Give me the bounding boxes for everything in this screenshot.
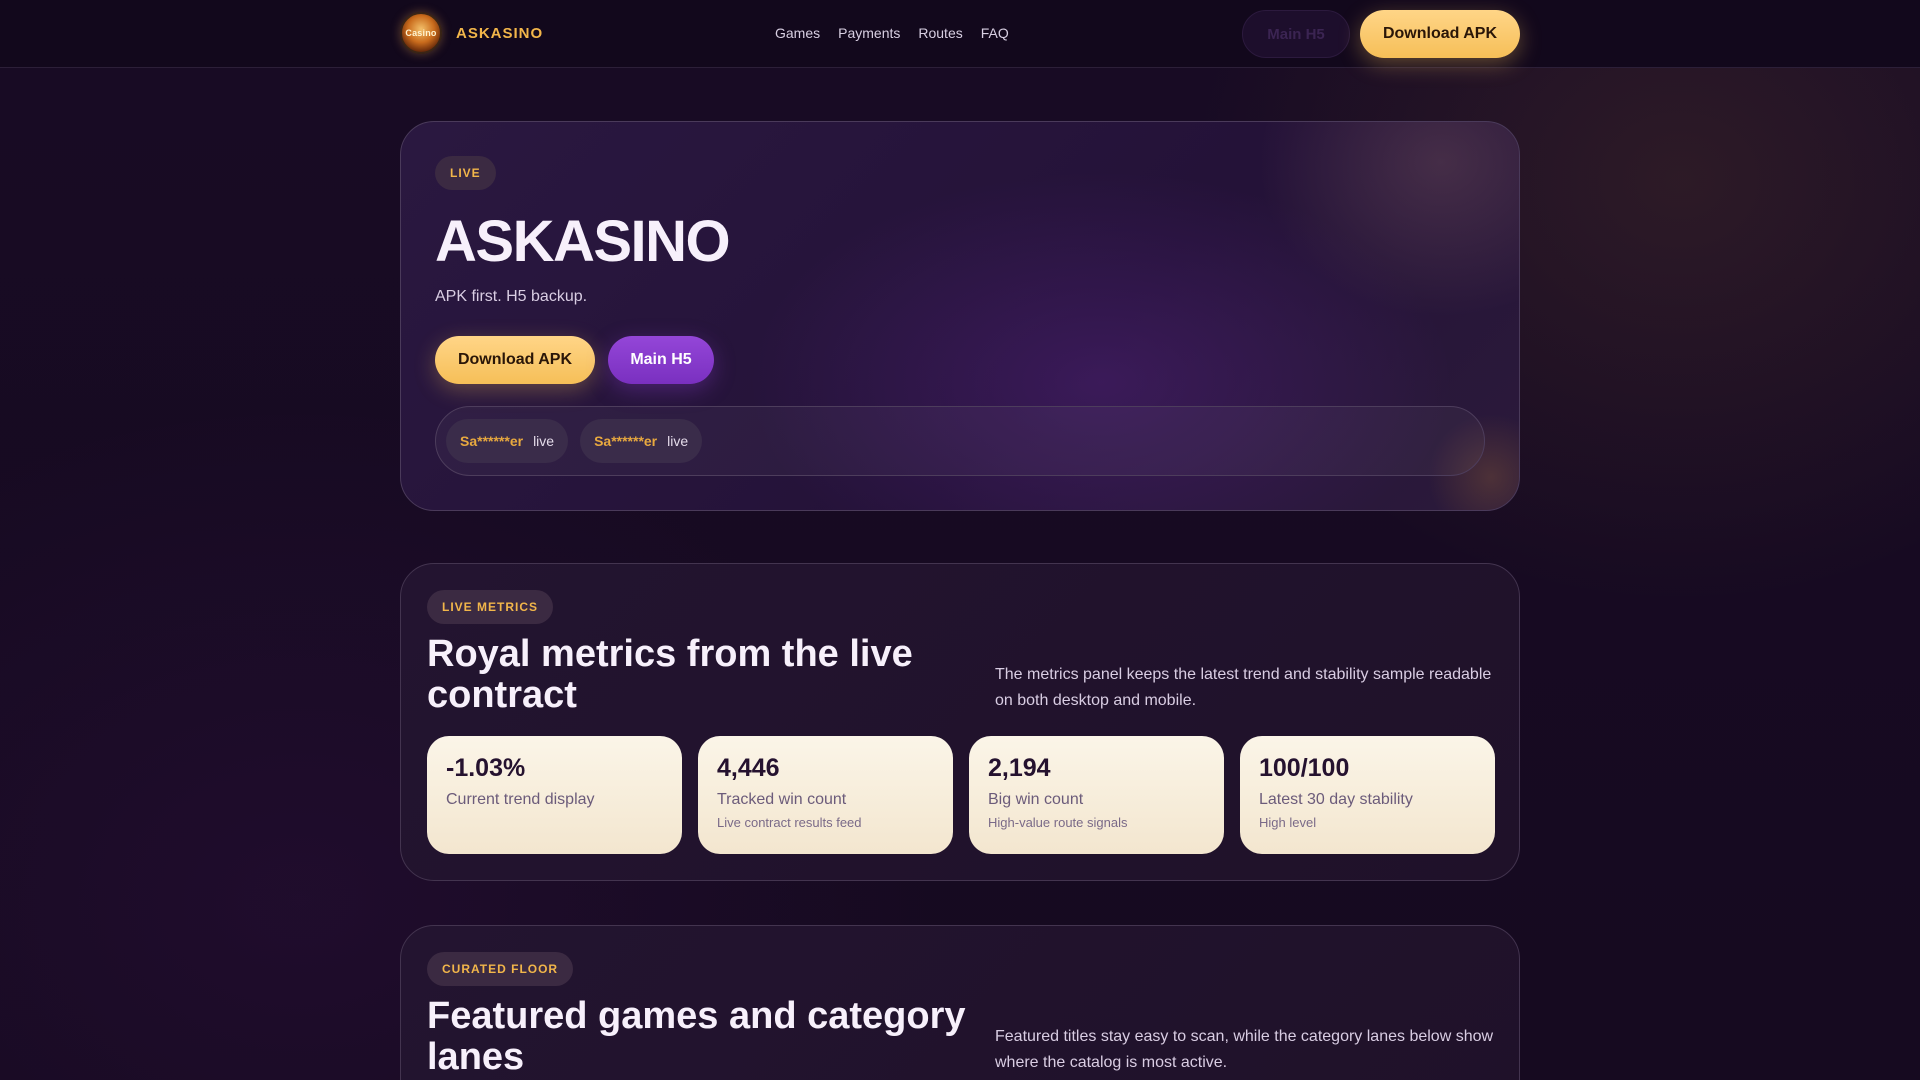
ticker-chip: Sa******er live — [446, 419, 569, 463]
metric-note: High-value route signals — [988, 815, 1128, 830]
hero-title: ASKASINO — [435, 209, 731, 274]
hero-main-h5-button[interactable]: Main H5 — [608, 336, 714, 384]
download-apk-button[interactable]: Download APK — [1360, 10, 1520, 58]
metric-value: 4,446 — [717, 754, 780, 782]
metric-note: High level — [1259, 815, 1317, 830]
hero-panel: LIVE ASKASINO APK first. H5 backup. Down… — [400, 121, 1520, 511]
metric-cards: -1.03% Current trend display 4,446 Track… — [427, 736, 1495, 854]
ticker-user: Sa******er — [594, 433, 658, 449]
ticker-status: live — [667, 433, 689, 449]
section-badge: CURATED FLOOR — [427, 952, 574, 986]
nav-link-games[interactable]: Games — [775, 25, 820, 41]
hero-subtitle: APK first. H5 backup. — [435, 288, 588, 305]
metric-card-stability: 100/100 Latest 30 day stability High lev… — [1240, 736, 1495, 854]
ticker-status: live — [533, 433, 555, 449]
section-description: The metrics panel keeps the latest trend… — [995, 666, 1492, 709]
live-ticker: Sa******er live Sa******er live — [435, 406, 1485, 476]
nav-link-faq[interactable]: FAQ — [981, 25, 1009, 41]
section-title: Royal metrics from the live contract — [427, 633, 913, 716]
curated-floor-section: CURATED FLOOR Featured games and categor… — [400, 925, 1520, 1080]
brand[interactable]: Casino ASKASINO — [400, 12, 543, 54]
metric-value: 2,194 — [988, 754, 1051, 782]
metric-card-win-count: 4,446 Tracked win count Live contract re… — [698, 736, 953, 854]
top-navbar: Casino ASKASINO Games Payments Routes FA… — [0, 0, 1920, 68]
metric-label: Big win count — [988, 791, 1084, 808]
main-h5-button[interactable]: Main H5 — [1242, 10, 1350, 58]
main-nav: Games Payments Routes FAQ — [775, 25, 1009, 41]
section-title: Featured games and category lanes — [427, 995, 966, 1078]
nav-link-routes[interactable]: Routes — [918, 25, 962, 41]
ticker-user: Sa******er — [460, 433, 524, 449]
casino-logo-icon: Casino — [400, 12, 442, 54]
metric-value: -1.03% — [446, 754, 526, 782]
nav-link-payments[interactable]: Payments — [838, 25, 900, 41]
hero-download-apk-button[interactable]: Download APK — [435, 336, 595, 384]
live-badge: LIVE — [435, 156, 496, 190]
metric-value: 100/100 — [1259, 754, 1350, 782]
metric-card-trend: -1.03% Current trend display — [427, 736, 682, 854]
live-metrics-section: LIVE METRICS Royal metrics from the live… — [400, 563, 1520, 881]
metric-card-big-win: 2,194 Big win count High-value route sig… — [969, 736, 1224, 854]
section-badge: LIVE METRICS — [427, 590, 554, 624]
section-description: Featured titles stay easy to scan, while… — [995, 1028, 1494, 1071]
metric-note: Live contract results feed — [717, 815, 862, 830]
metric-label: Current trend display — [446, 791, 595, 808]
ticker-chip: Sa******er live — [580, 419, 703, 463]
brand-name: ASKASINO — [456, 24, 544, 42]
metric-label: Latest 30 day stability — [1259, 791, 1413, 808]
metric-label: Tracked win count — [717, 791, 847, 808]
